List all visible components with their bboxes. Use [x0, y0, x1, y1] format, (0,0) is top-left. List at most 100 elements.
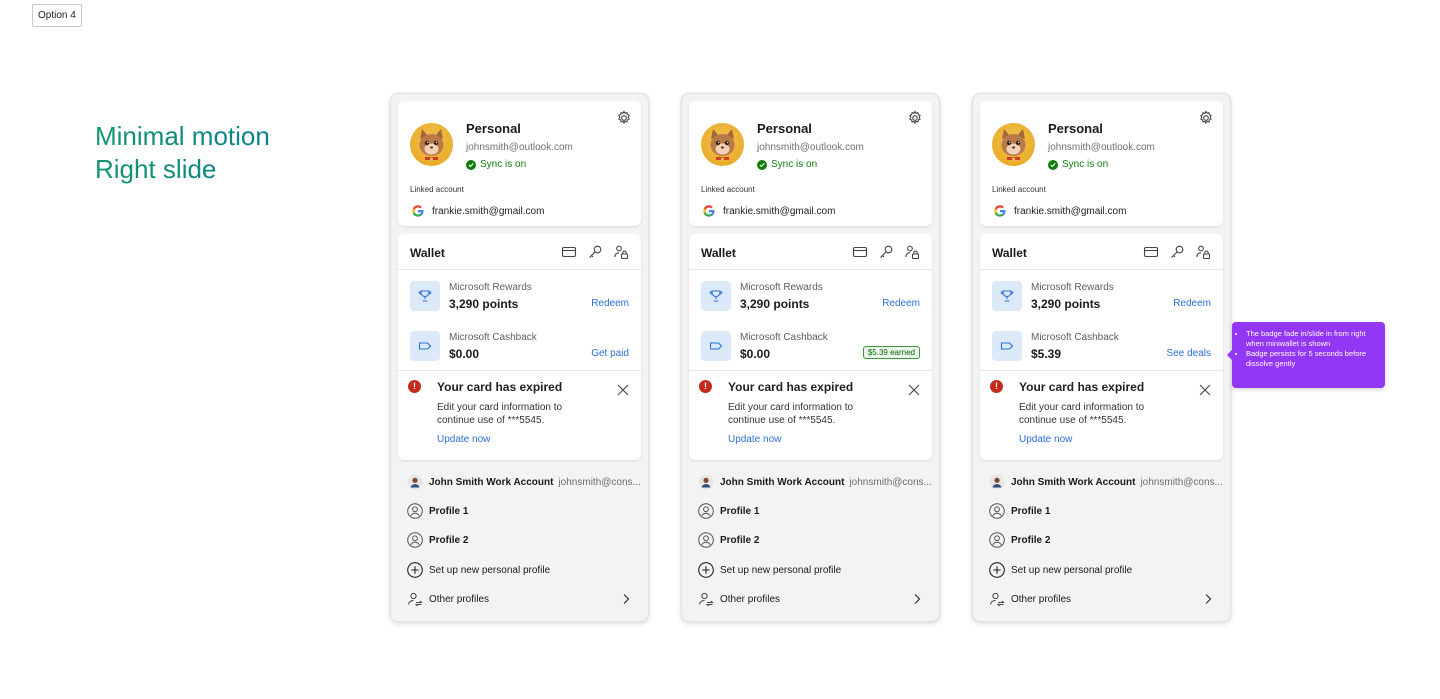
rewards-row[interactable]: Microsoft Rewards 3,290 points Redeem: [689, 271, 932, 321]
work-account-email: johnsmith@cons...: [849, 476, 932, 488]
profile-avatar[interactable]: [992, 123, 1035, 166]
wallet-card: Wallet Microsoft Rewards 3,290 points Re…: [689, 234, 932, 460]
cashback-row[interactable]: Microsoft Cashback $0.00 Get paid: [398, 321, 641, 371]
person-circle-icon: [989, 532, 1005, 548]
profile-avatar[interactable]: [410, 123, 453, 166]
key-icon[interactable]: [587, 244, 603, 260]
close-icon[interactable]: [908, 384, 920, 396]
cashback-row[interactable]: Microsoft Cashback $5.39 See deals: [980, 321, 1223, 371]
error-icon: !: [990, 380, 1003, 393]
profile-1-label: Profile 1: [720, 505, 760, 517]
switch-profile-icon: [408, 592, 423, 607]
profile-flyout-panel-2: Personal johnsmith@outlook.com Sync is o…: [681, 93, 940, 622]
redeem-link[interactable]: Redeem: [591, 298, 629, 309]
rewards-label: Microsoft Rewards: [740, 282, 823, 293]
wallet-actions: [852, 244, 920, 260]
other-profiles-row[interactable]: Other profiles: [980, 587, 1223, 611]
profile-avatar[interactable]: [701, 123, 744, 166]
key-icon[interactable]: [1169, 244, 1185, 260]
sync-status[interactable]: Sync is on: [757, 159, 817, 170]
personal-info-lock-icon[interactable]: [613, 244, 629, 260]
linked-account-email: frankie.smith@gmail.com: [1014, 205, 1127, 217]
heading-line-1: Minimal motion: [95, 121, 270, 151]
google-logo-icon: [412, 205, 424, 217]
work-account-row[interactable]: John Smith Work Account johnsmith@cons...: [398, 470, 641, 494]
profile-2-row[interactable]: Profile 2: [398, 528, 641, 552]
divider: [980, 370, 1223, 371]
profile-2-row[interactable]: Profile 2: [980, 528, 1223, 552]
personal-info-lock-icon[interactable]: [904, 244, 920, 260]
annotation-tooltip: The badge fade in/slide in from right wh…: [1227, 322, 1385, 388]
settings-gear-icon[interactable]: [907, 110, 923, 126]
profile-email: johnsmith@outlook.com: [757, 142, 864, 153]
cashback-label: Microsoft Cashback: [449, 332, 537, 343]
work-account-row[interactable]: John Smith Work Account johnsmith@cons...: [980, 470, 1223, 494]
credit-card-icon[interactable]: [852, 244, 868, 260]
credit-card-icon[interactable]: [1143, 244, 1159, 260]
cat-avatar-icon: [419, 129, 444, 161]
chevron-right-icon: [1205, 594, 1212, 604]
annotation-item: Badge persists for 5 seconds before diss…: [1246, 349, 1377, 369]
rewards-points: 3,290 points: [449, 297, 519, 311]
profile-flyout-panel-3: Personal johnsmith@outlook.com Sync is o…: [972, 93, 1231, 622]
new-profile-row[interactable]: Set up new personal profile: [980, 558, 1223, 582]
rewards-trophy-icon: [410, 281, 440, 311]
wallet-title: Wallet: [410, 246, 445, 260]
sync-status[interactable]: Sync is on: [466, 159, 526, 170]
sync-status-text: Sync is on: [1062, 159, 1109, 170]
update-now-link[interactable]: Update now: [1019, 434, 1072, 445]
check-circle-icon: [757, 159, 767, 170]
profile-1-row[interactable]: Profile 1: [398, 499, 641, 523]
update-now-link[interactable]: Update now: [437, 434, 490, 445]
cashback-action-link[interactable]: See deals: [1167, 348, 1211, 359]
other-profiles-row[interactable]: Other profiles: [398, 587, 641, 611]
redeem-link[interactable]: Redeem: [1173, 298, 1211, 309]
personal-info-lock-icon[interactable]: [1195, 244, 1211, 260]
profile-1-row[interactable]: Profile 1: [689, 499, 932, 523]
profile-1-label: Profile 1: [429, 505, 469, 517]
profile-2-label: Profile 2: [720, 534, 760, 546]
linked-account-row[interactable]: frankie.smith@gmail.com: [412, 205, 544, 217]
new-profile-row[interactable]: Set up new personal profile: [689, 558, 932, 582]
person-circle-icon: [698, 503, 714, 519]
linked-account-row[interactable]: frankie.smith@gmail.com: [994, 205, 1126, 217]
profile-email: johnsmith@outlook.com: [1048, 142, 1155, 153]
credit-card-icon[interactable]: [561, 244, 577, 260]
wallet-title: Wallet: [701, 246, 736, 260]
profile-2-row[interactable]: Profile 2: [689, 528, 932, 552]
person-circle-icon: [407, 532, 423, 548]
settings-gear-icon[interactable]: [1198, 110, 1214, 126]
profile-name: Personal: [466, 121, 521, 136]
option-label: Option 4: [32, 4, 82, 27]
add-circle-icon: [407, 562, 423, 578]
work-account-row[interactable]: John Smith Work Account johnsmith@cons...: [689, 470, 932, 494]
rewards-points: 3,290 points: [740, 297, 810, 311]
work-account-name: John Smith Work Account: [1011, 476, 1136, 488]
rewards-row[interactable]: Microsoft Rewards 3,290 points Redeem: [398, 271, 641, 321]
profile-1-label: Profile 1: [1011, 505, 1051, 517]
wallet-title: Wallet: [992, 246, 1027, 260]
linked-account-label: Linked account: [992, 185, 1046, 194]
close-icon[interactable]: [1199, 384, 1211, 396]
work-account-avatar-icon: [989, 474, 1005, 490]
profile-2-label: Profile 2: [429, 534, 469, 546]
sync-status[interactable]: Sync is on: [1048, 159, 1108, 170]
rewards-row[interactable]: Microsoft Rewards 3,290 points Redeem: [980, 271, 1223, 321]
new-profile-label: Set up new personal profile: [429, 564, 551, 576]
new-profile-row[interactable]: Set up new personal profile: [398, 558, 641, 582]
cashback-action-link[interactable]: Get paid: [591, 348, 629, 359]
close-icon[interactable]: [617, 384, 629, 396]
cashback-amount: $0.00: [449, 347, 480, 361]
profile-flyout-panel-1: Personal johnsmith@outlook.com Sync is o…: [390, 93, 649, 622]
wallet-card: Wallet Microsoft Rewards 3,290 points Re…: [398, 234, 641, 460]
linked-account-row[interactable]: frankie.smith@gmail.com: [703, 205, 835, 217]
cashback-row[interactable]: Microsoft Cashback $0.00 $5.39 earned: [689, 321, 932, 371]
settings-gear-icon[interactable]: [616, 110, 632, 126]
redeem-link[interactable]: Redeem: [882, 298, 920, 309]
update-now-link[interactable]: Update now: [728, 434, 781, 445]
profile-1-row[interactable]: Profile 1: [980, 499, 1223, 523]
key-icon[interactable]: [878, 244, 894, 260]
other-profiles-row[interactable]: Other profiles: [689, 587, 932, 611]
other-profiles-label: Other profiles: [720, 593, 781, 605]
cat-avatar-icon: [1001, 129, 1026, 161]
